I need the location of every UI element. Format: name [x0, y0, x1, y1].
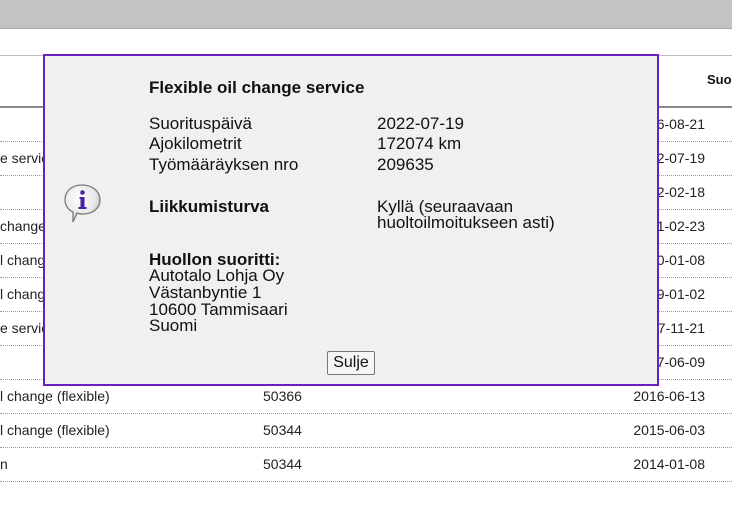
row-date: 2-07-19	[656, 150, 705, 166]
km-label: Ajokilometrit	[149, 134, 242, 153]
date-label: Suorituspäivä	[149, 114, 253, 133]
column-header-date[interactable]: Suo	[707, 72, 732, 87]
km-value: 172074 km	[377, 134, 462, 153]
row-date: 2-02-18	[656, 184, 705, 200]
row-date: 7-06-09	[656, 354, 705, 370]
row-date: 2016-06-13	[633, 388, 705, 404]
row-name: n	[0, 456, 8, 472]
mobility-guarantee-value-line2: huoltoilmoitukseen asti)	[377, 213, 555, 232]
dialog-title: Flexible oil change service	[149, 78, 365, 97]
date-value: 2022-07-19	[377, 114, 464, 133]
row-name: l change (flexible)	[0, 422, 110, 438]
row-km: 50344	[263, 456, 302, 472]
order-number-label: Työmääräyksen nro	[149, 155, 299, 174]
top-bar	[0, 0, 732, 29]
close-button[interactable]: Sulje	[327, 351, 375, 375]
row-date: 7-11-21	[657, 320, 705, 336]
row-date: 6-08-21	[656, 116, 705, 132]
row-km: 50344	[263, 422, 302, 438]
mobility-guarantee-label: Liikkumisturva	[149, 197, 269, 216]
order-number-value: 209635	[377, 155, 434, 174]
row-date: 9-01-02	[656, 286, 705, 302]
row-date: 1-02-23	[656, 218, 705, 234]
info-icon	[61, 182, 105, 226]
row-date: 0-01-08	[656, 252, 705, 268]
table-row[interactable]: l change (flexible) 50344 2015-06-03	[0, 413, 732, 448]
service-country: Suomi	[149, 316, 198, 335]
row-name: l change (flexible)	[0, 388, 110, 404]
row-km: 50366	[263, 388, 302, 404]
service-detail-dialog: Flexible oil change service Suorituspäiv…	[43, 54, 659, 386]
table-row[interactable]: n 50344 2014-01-08	[0, 447, 732, 482]
row-date: 2014-01-08	[633, 456, 705, 472]
row-date: 2015-06-03	[633, 422, 705, 438]
